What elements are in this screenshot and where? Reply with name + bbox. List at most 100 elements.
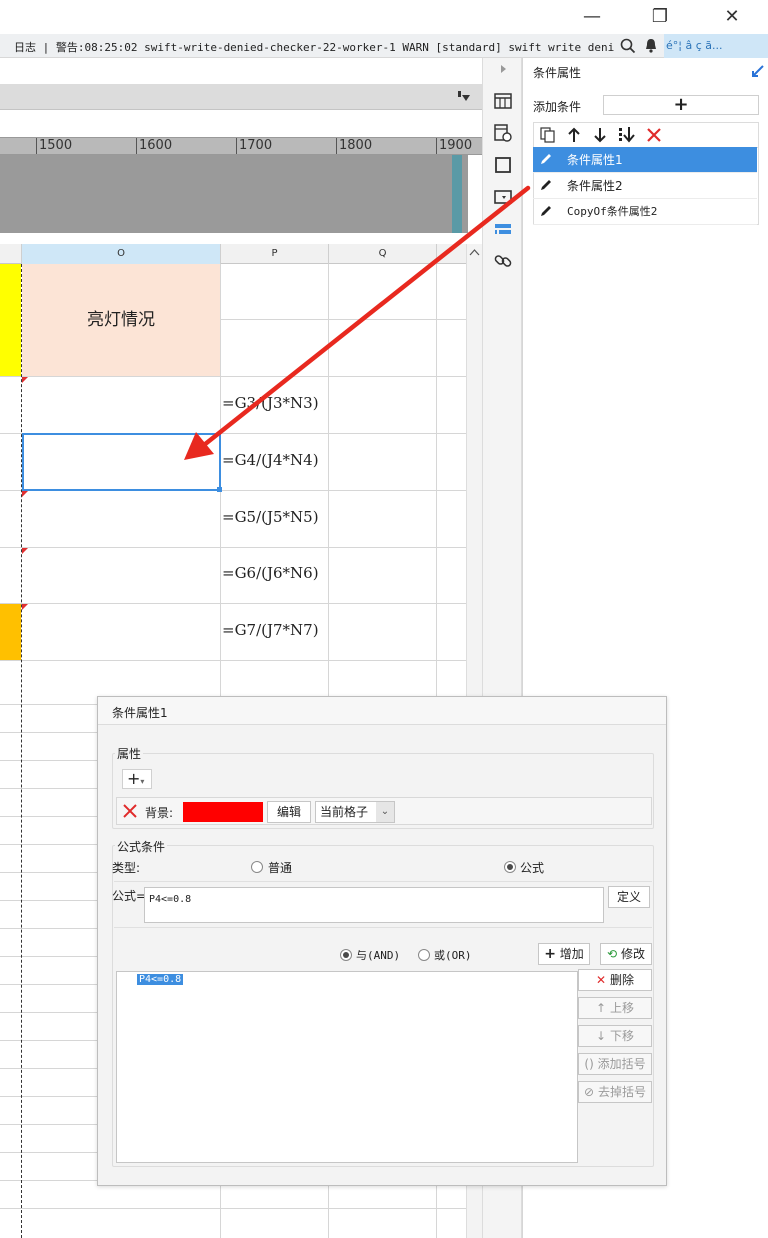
selected-cell[interactable] [22, 433, 221, 491]
edit-button[interactable]: 编辑 [267, 801, 311, 823]
pencil-icon [541, 206, 551, 216]
condition-list-item[interactable]: P4<=0.8 [137, 974, 184, 985]
modify-button[interactable]: ⟲ 修改 [600, 943, 652, 965]
type-normal-radio[interactable] [251, 861, 263, 873]
ruler: 1500 1600 1700 1800 1900 [0, 137, 482, 155]
move-up-icon[interactable] [568, 127, 580, 143]
background-color-swatch[interactable] [183, 802, 263, 822]
plus-icon: + [544, 946, 556, 962]
condition-attribute-icon[interactable] [493, 219, 513, 239]
bracket-icon: () [584, 1057, 594, 1071]
divider [114, 881, 652, 882]
move-bottom-icon[interactable] [618, 126, 636, 144]
cell-element-icon[interactable] [493, 91, 513, 111]
column-header-p[interactable]: P [221, 244, 329, 264]
corner-menu-icon[interactable] [457, 90, 471, 104]
comment-marker [22, 548, 28, 554]
hyperlink-icon[interactable] [493, 251, 513, 271]
condition-item-2[interactable]: 条件属性2 [533, 173, 757, 199]
ruler-tick: 1600 [136, 138, 172, 154]
define-button[interactable]: 定义 [608, 886, 650, 908]
formula-cell-p6[interactable]: =G6/(J6*N6) [222, 564, 319, 582]
delete-x-icon: ✕ [596, 973, 607, 987]
condition-item-label: CopyOf条件属性2 [567, 205, 658, 218]
delete-icon[interactable] [646, 127, 662, 143]
add-condition-item-label: 增加 [559, 947, 584, 961]
expand-arrow-icon[interactable] [493, 62, 513, 82]
header-cell[interactable]: 亮灯情况 [22, 264, 220, 376]
formula-cell-p5[interactable]: =G5/(J5*N5) [222, 508, 319, 526]
background-attribute-row: 背景: 编辑 当前格子 ⌄ [116, 797, 652, 825]
background-label: 背景: [145, 806, 174, 820]
border-icon[interactable] [493, 155, 513, 175]
copy-icon[interactable] [540, 127, 556, 143]
apply-check-icon[interactable] [751, 64, 765, 78]
add-bracket-button[interactable]: () 添加括号 [578, 1053, 652, 1075]
add-condition-label: 添加条件 [533, 100, 582, 114]
formula-input[interactable]: P4<=0.8 [144, 887, 604, 923]
condition-list-box[interactable]: P4<=0.8 [116, 971, 578, 1163]
minimize-button[interactable]: — [572, 4, 612, 30]
or-label: 或(OR) [434, 949, 472, 962]
sheet-top-area [0, 58, 482, 84]
add-condition-button[interactable]: + [603, 95, 759, 115]
panel-title: 条件属性 [533, 66, 582, 80]
modify-label: 修改 [620, 947, 645, 961]
remove-bracket-label: 去掉括号 [597, 1085, 646, 1099]
column-header-row: O P Q [0, 244, 482, 264]
type-formula-label: 公式 [520, 861, 545, 875]
restore-button[interactable]: ❐ [640, 4, 680, 30]
ruler-tick: 1800 [336, 138, 372, 154]
column-header-q[interactable]: Q [329, 244, 437, 264]
log-bar: 日志 | 警告:08:25:02 swift-write-denied-chec… [0, 34, 768, 58]
move-up-button[interactable]: ↑ 上移 [578, 997, 652, 1019]
comment-marker [22, 604, 28, 610]
dialog-title-bar: 条件属性1 [98, 697, 666, 725]
condition-dialog: 条件属性1 属性 +▾ 背景: 编辑 当前格子 ⌄ 公式条件 类型: 普通 公式… [97, 696, 667, 1186]
or-radio[interactable] [418, 949, 430, 961]
scope-select[interactable]: 当前格子 ⌄ [315, 801, 395, 823]
title-bar: — ❐ ✕ [0, 0, 768, 34]
condition-item-3[interactable]: CopyOf条件属性2 [533, 199, 757, 225]
cell-attribute-icon[interactable] [493, 123, 513, 143]
and-label: 与(AND) [356, 949, 401, 962]
search-icon[interactable] [620, 38, 636, 54]
formula-cell-p7[interactable]: =G7/(J7*N7) [222, 621, 319, 639]
scope-value: 当前格子 [320, 805, 369, 819]
widget-icon[interactable] [493, 187, 513, 207]
grid-line [0, 660, 466, 661]
move-up-label: 上移 [609, 1001, 634, 1015]
grid-line [0, 1208, 466, 1209]
type-normal-label: 普通 [268, 861, 293, 875]
and-radio[interactable] [340, 949, 352, 961]
add-attribute-label: + [127, 769, 141, 788]
add-condition-item-button[interactable]: + 增加 [538, 943, 590, 965]
scroll-up-icon[interactable] [469, 248, 480, 256]
arrow-down-icon: ↓ [596, 1029, 607, 1043]
move-down-icon[interactable] [594, 127, 606, 143]
move-down-button[interactable]: ↓ 下移 [578, 1025, 652, 1047]
delete-button[interactable]: ✕ 删除 [578, 969, 652, 991]
formula-cell-p3[interactable]: =G3/(J3*N3) [222, 394, 319, 412]
fill-handle[interactable] [217, 487, 222, 492]
remove-attribute-icon[interactable] [123, 804, 137, 818]
page-break-line [21, 264, 22, 1238]
yellow-cell[interactable] [0, 264, 21, 376]
column-header-o[interactable]: O [22, 244, 221, 264]
remove-bracket-button[interactable]: ⊘ 去掉括号 [578, 1081, 652, 1103]
column-header-n[interactable] [0, 244, 22, 264]
orange-cell[interactable] [0, 604, 21, 660]
comment-marker [22, 491, 28, 497]
remove-bracket-icon: ⊘ [584, 1085, 595, 1099]
pencil-icon [541, 154, 551, 164]
formula-condition-legend: 公式条件 [115, 838, 168, 855]
comment-marker [22, 377, 28, 383]
add-attribute-button[interactable]: +▾ [122, 769, 152, 789]
condition-item-1[interactable]: 条件属性1 [533, 147, 757, 173]
close-button[interactable]: ✕ [712, 4, 752, 30]
formula-cell-p4[interactable]: =G4/(J4*N4) [222, 451, 319, 469]
condition-toolbar [533, 122, 759, 147]
bell-icon[interactable] [644, 38, 658, 54]
type-formula-radio[interactable] [504, 861, 516, 873]
page-preview-band [0, 155, 468, 233]
